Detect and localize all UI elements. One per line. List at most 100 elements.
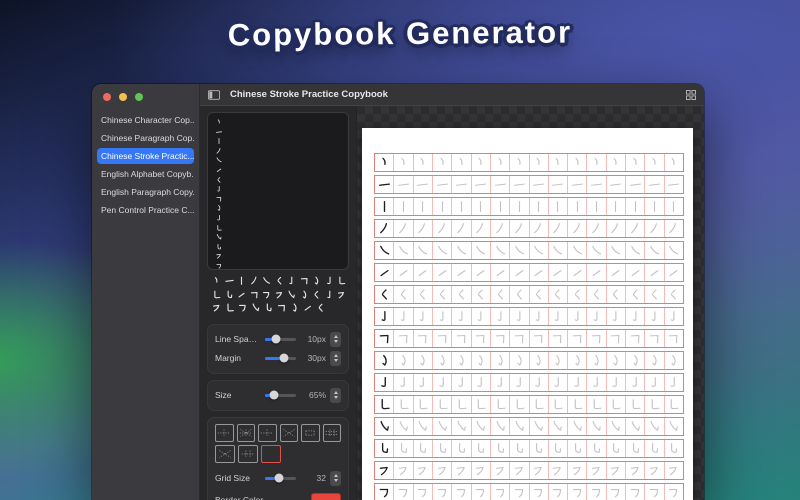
- heng-stroke-glyph[interactable]: [224, 275, 235, 287]
- sidebar-item-chinese-stroke-practic[interactable]: Chinese Stroke Practic...: [97, 148, 194, 164]
- wangou-stroke-glyph[interactable]: [299, 289, 310, 301]
- shugou-stroke-glyph[interactable]: [324, 289, 335, 301]
- hengzhe-stroke-glyph[interactable]: [276, 302, 288, 314]
- wangou-stroke-glyph[interactable]: [311, 275, 322, 287]
- practice-row-shuwan: [374, 395, 684, 414]
- piedian-stroke-glyph[interactable]: [274, 275, 285, 287]
- hengpie-stroke-glyph[interactable]: [336, 289, 347, 301]
- border-color-swatch[interactable]: [311, 493, 341, 500]
- trace-cell: [491, 154, 511, 171]
- hengzhe-stroke-glyph[interactable]: [249, 289, 260, 301]
- traffic-lights: [92, 84, 199, 108]
- xiegou-stroke-glyph[interactable]: [250, 302, 262, 314]
- grid-size-slider[interactable]: [265, 473, 296, 483]
- shuwangou-stroke-glyph: [516, 443, 523, 453]
- sidebar-item-chinese-paragraph-cop[interactable]: Chinese Paragraph Cop...: [97, 130, 194, 146]
- trace-cell: [510, 462, 530, 479]
- margin-slider[interactable]: [265, 353, 296, 363]
- sidebar-item-chinese-character-cop[interactable]: Chinese Character Cop...: [97, 112, 194, 128]
- sidebar-item-pen-control-practice-c[interactable]: Pen Control Practice C...: [97, 202, 194, 218]
- trace-cell: [568, 352, 588, 369]
- shuwan-stroke-glyph[interactable]: [224, 302, 236, 314]
- shuwan-stroke-glyph[interactable]: [211, 289, 222, 301]
- hengzhe-stroke-glyph[interactable]: [299, 275, 310, 287]
- sidebar-toggle-icon[interactable]: [208, 89, 220, 100]
- minimize-button[interactable]: [119, 93, 127, 101]
- trace-cell: [587, 374, 607, 391]
- grid-size-slider-thumb[interactable]: [274, 473, 284, 483]
- trace-cell: [491, 264, 511, 281]
- practice-row-piedian: [374, 285, 684, 304]
- hengpie-stroke-glyph[interactable]: [274, 289, 285, 301]
- grid-style-tian-button[interactable]: [215, 423, 234, 442]
- na-stroke-glyph[interactable]: [261, 275, 272, 287]
- grid-style-vlines-button[interactable]: [238, 444, 258, 463]
- trace-cell: [433, 330, 453, 347]
- line-spacing-slider-thumb[interactable]: [271, 334, 281, 344]
- trace-cell: [587, 286, 607, 303]
- size-slider-thumb[interactable]: [269, 390, 279, 400]
- piedian-stroke-glyph[interactable]: [315, 302, 327, 314]
- pie-stroke-glyph: [476, 223, 484, 234]
- grid-style-jiu-button[interactable]: [322, 423, 341, 442]
- hengzhegou-stroke-glyph[interactable]: [237, 302, 249, 314]
- pie-stroke-glyph[interactable]: [249, 275, 260, 287]
- stroke-input-textarea[interactable]: [207, 112, 349, 270]
- grid-style-plain-button[interactable]: [261, 444, 281, 463]
- trace-cell: [452, 198, 472, 215]
- hengzhegou-stroke-glyph[interactable]: [261, 289, 272, 301]
- shuwangou-stroke-glyph[interactable]: [224, 289, 235, 301]
- ti-stroke-glyph: [476, 270, 485, 277]
- shu-stroke-glyph[interactable]: [236, 275, 247, 287]
- sidebar-item-english-paragraph-copy[interactable]: English Paragraph Copy...: [97, 184, 194, 200]
- hengzhegou-stroke-glyph: [649, 488, 659, 498]
- margin-stepper[interactable]: [330, 350, 341, 366]
- shugou-stroke-glyph[interactable]: [286, 275, 297, 287]
- trace-cell: [433, 286, 453, 303]
- grid-style-x-button[interactable]: [279, 423, 298, 442]
- na-stroke-glyph: [399, 245, 409, 255]
- grid-style-dots-button[interactable]: [215, 444, 235, 463]
- shugou2-stroke-glyph[interactable]: [324, 275, 335, 287]
- sidebar-item-english-alphabet-copyb[interactable]: English Alphabet Copyb...: [97, 166, 194, 182]
- line-spacing-stepper[interactable]: [330, 331, 341, 347]
- piedian-stroke-glyph[interactable]: [311, 289, 322, 301]
- trace-cell: [549, 286, 569, 303]
- trace-cell: [568, 396, 588, 413]
- size-slider[interactable]: [265, 390, 296, 400]
- wangou-stroke-glyph[interactable]: [289, 302, 301, 314]
- close-button[interactable]: [103, 93, 111, 101]
- shuwan-stroke-glyph: [458, 399, 467, 410]
- ti-stroke-glyph[interactable]: [236, 289, 247, 301]
- shugou2-stroke-glyph: [496, 377, 502, 387]
- grid-style-hui-button[interactable]: [301, 423, 320, 442]
- example-cell: [375, 154, 395, 171]
- size-stepper[interactable]: [330, 387, 341, 403]
- shugou-stroke-glyph: [477, 311, 482, 321]
- xiegou-stroke-glyph[interactable]: [286, 289, 297, 301]
- ti-stroke-glyph[interactable]: [302, 302, 314, 314]
- line-spacing-slider[interactable]: [265, 334, 296, 344]
- grid-style-mi-button[interactable]: [236, 423, 255, 442]
- shuwangou-stroke-glyph[interactable]: [263, 302, 275, 314]
- grid-size-stepper[interactable]: [330, 470, 341, 486]
- dian-stroke-glyph: [217, 119, 220, 124]
- trace-cell: [510, 154, 530, 171]
- dian-stroke-glyph[interactable]: [211, 275, 222, 287]
- margin-slider-thumb[interactable]: [279, 353, 289, 363]
- grid-style-cross-button[interactable]: [258, 423, 277, 442]
- trace-cell: [645, 462, 665, 479]
- trace-cell: [626, 440, 646, 457]
- shuwan-stroke-glyph[interactable]: [336, 275, 347, 287]
- trace-cell: [549, 440, 569, 457]
- piedian-stroke-glyph: [497, 289, 503, 300]
- hengpie-stroke-glyph: [611, 466, 620, 476]
- xiegou-stroke-glyph: [457, 421, 466, 431]
- na-stroke-glyph: [553, 245, 563, 255]
- gallery-grid-icon[interactable]: [686, 89, 696, 100]
- zoom-button[interactable]: [135, 93, 143, 101]
- hengzhegou-stroke-glyph: [630, 488, 639, 498]
- hengzhe-stroke-glyph: [418, 334, 427, 344]
- wangou-stroke-glyph: [401, 355, 406, 366]
- hengpie-stroke-glyph[interactable]: [211, 302, 223, 314]
